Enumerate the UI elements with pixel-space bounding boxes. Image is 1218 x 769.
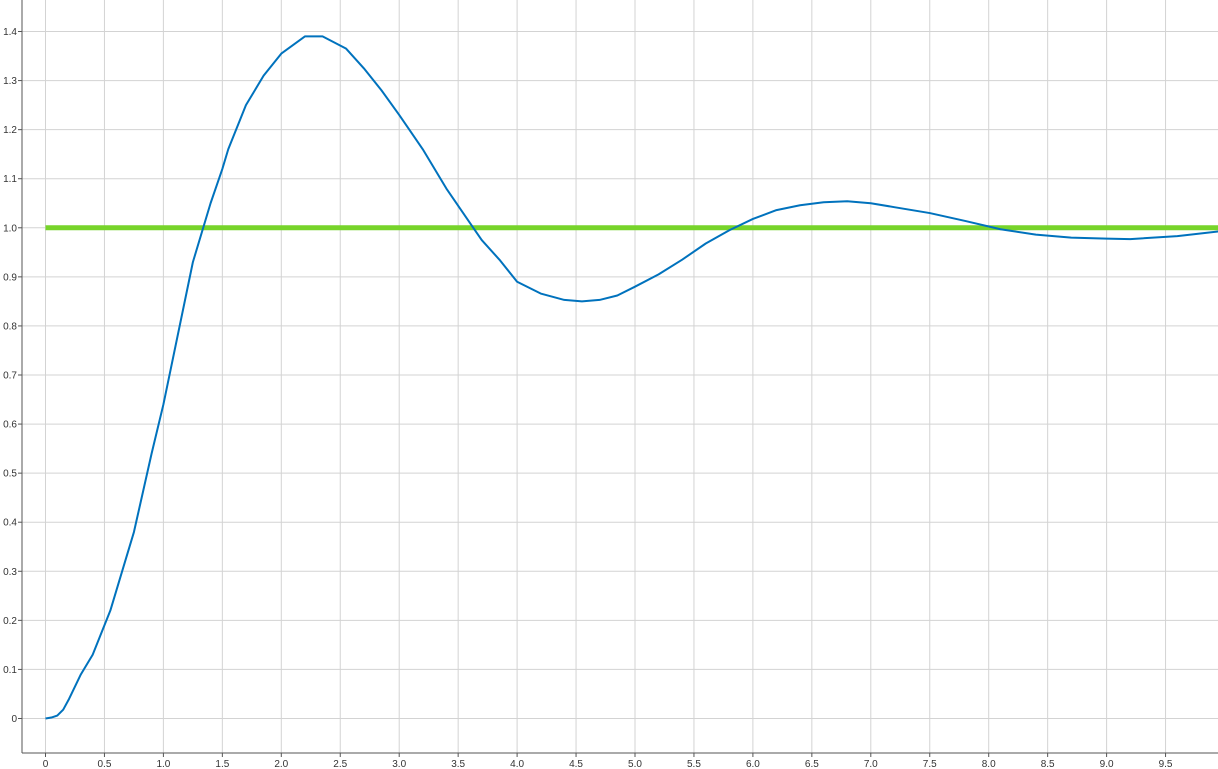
x-tick-label: 9.5 (1159, 759, 1173, 769)
chart-container: 0 0.5 1.0 1.5 2.0 2.5 3.0 3.5 4.0 4.5 5.0 5.5 6.0 6.5… (0, 0, 1218, 769)
x-tick-label: 0.5 (97, 759, 111, 769)
x-tick-label: 2.0 (274, 759, 288, 769)
y-tick-label: 0.6 (3, 420, 17, 431)
x-tick-label: 1.5 (215, 759, 229, 769)
x-tick-label: 7.0 (864, 759, 878, 769)
chart-background (0, 0, 1218, 769)
y-tick-label: 1.3 (3, 76, 17, 87)
y-tick-label: 0.1 (3, 665, 17, 676)
x-tick-label: 3.5 (451, 759, 465, 769)
y-tick-label: 0.4 (3, 518, 17, 529)
y-tick-label: 0 (11, 714, 17, 725)
y-tick-label: 0.3 (3, 567, 17, 578)
x-tick-label: 3.0 (392, 759, 406, 769)
y-tick-label: 1.2 (3, 125, 17, 136)
x-tick-label: 9.0 (1100, 759, 1114, 769)
x-tick-label: 4.5 (569, 759, 583, 769)
x-tick-label: 8.0 (982, 759, 996, 769)
x-tick-label: 4.0 (510, 759, 524, 769)
x-tick-label: 2.5 (333, 759, 347, 769)
y-tick-label: 0.5 (3, 469, 17, 480)
x-tick-label: 6.0 (746, 759, 760, 769)
x-tick-label: 0 (43, 759, 49, 769)
x-tick-label: 5.5 (687, 759, 701, 769)
x-tick-label: 6.5 (805, 759, 819, 769)
y-tick-label: 1.1 (3, 174, 17, 185)
x-tick-label: 5.0 (628, 759, 642, 769)
y-tick-label: 0.7 (3, 371, 17, 382)
y-tick-label: 0.8 (3, 321, 17, 332)
y-tick-label: 1.0 (3, 223, 17, 234)
y-tick-label: 0.9 (3, 272, 17, 283)
x-tick-label: 7.5 (923, 759, 937, 769)
line-chart: 0 0.5 1.0 1.5 2.0 2.5 3.0 3.5 4.0 4.5 5.0 5.5 6.0 6.5… (0, 0, 1218, 769)
x-tick-label: 1.0 (156, 759, 170, 769)
x-tick-label: 8.5 (1041, 759, 1055, 769)
y-tick-label: 1.4 (3, 27, 17, 38)
y-tick-label: 0.2 (3, 616, 17, 627)
grid (0, 0, 1218, 769)
